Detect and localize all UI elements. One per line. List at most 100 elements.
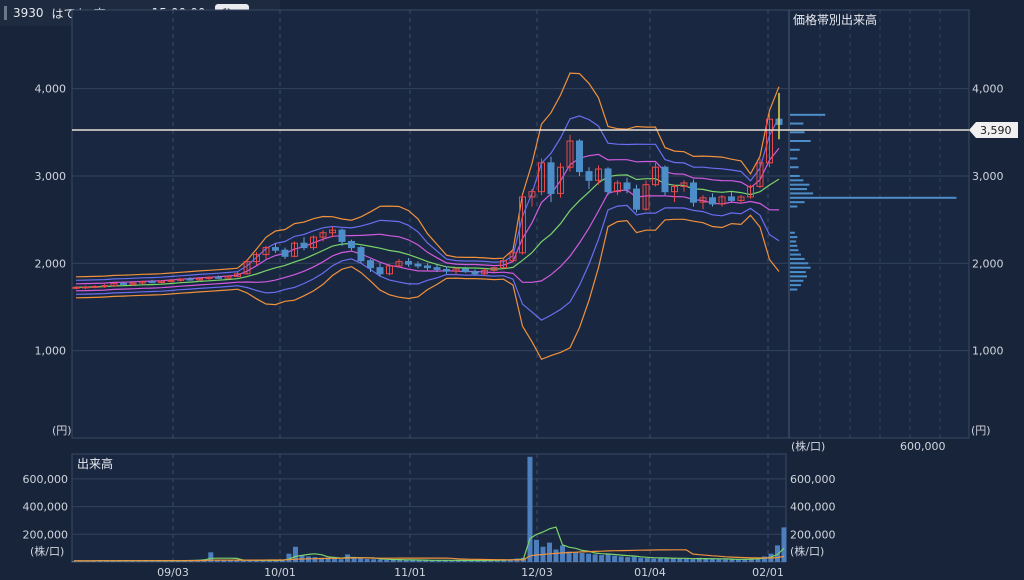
volume-bar: [573, 552, 579, 562]
candle-body: [101, 285, 108, 288]
volume-profile-bar: [790, 166, 799, 169]
volume-tick-right: 600,000: [790, 473, 836, 486]
candle-body: [405, 261, 412, 265]
volume-profile-bar: [790, 240, 797, 243]
volume-profile-bar: [790, 183, 810, 186]
volume-bar: [618, 556, 624, 562]
candle-body: [281, 249, 289, 257]
price-tick-left: 2,000: [35, 257, 67, 270]
candle-body: [623, 182, 631, 190]
volume-bar: [527, 456, 533, 562]
candle-body: [576, 140, 583, 173]
volume-bar: [709, 558, 715, 562]
price-tick-left: 3,000: [35, 170, 67, 183]
candle-body: [357, 247, 365, 262]
volume-profile-bar: [790, 140, 811, 143]
volume-profile-bar: [790, 174, 800, 177]
price-tick-right: 4,000: [972, 83, 1004, 96]
date-tick-label: 11/01: [394, 566, 426, 579]
volume-bar: [312, 557, 318, 562]
volume-bar: [670, 558, 676, 562]
volume-bar: [683, 558, 689, 562]
volume-bar: [599, 555, 605, 562]
candle-body: [376, 267, 384, 275]
candle-body: [300, 242, 308, 249]
volume-profile-bar: [790, 279, 804, 282]
volume-profile-bar: [790, 113, 826, 116]
volume-bar: [377, 559, 383, 562]
volume-bar: [651, 558, 657, 562]
profile-tick-600000: 600,000: [900, 440, 946, 453]
price-tick-right: 3,000: [972, 170, 1004, 183]
volume-profile-bar: [790, 131, 805, 134]
candle-body: [414, 263, 422, 267]
volume-profile-bar: [790, 236, 798, 239]
candle-body: [547, 162, 555, 194]
candle-body: [148, 281, 156, 284]
candle-body: [433, 267, 441, 270]
candle-body: [215, 276, 222, 279]
chart-canvas: 1,000 1,000 2,000 2,000 3,000 3,000 4,000 4,000…: [23, 9, 1018, 579]
candle-body: [272, 247, 279, 251]
price-tick-left: 1,000: [35, 345, 67, 358]
volume-profile-bar: [790, 275, 808, 278]
volume-profile-bar: [790, 249, 799, 252]
volume-bar: [390, 559, 396, 562]
volume-bar: [761, 556, 767, 562]
candle-body: [690, 182, 697, 203]
volume-tick-left: 600,000: [23, 473, 69, 486]
volume-unit-left: (株/口): [30, 544, 64, 558]
date-tick-label: 01/04: [634, 566, 666, 579]
volume-bar: [547, 542, 553, 562]
volume-profile-title: 価格帯別出来高: [793, 12, 877, 27]
volume-profile-bar: [790, 231, 795, 234]
volume-bar: [612, 555, 618, 562]
volume-profile-bar: [790, 157, 798, 160]
volume-profile-bar: [790, 262, 809, 265]
volume-bar: [644, 558, 650, 562]
volume-bar: [638, 557, 644, 562]
volume-profile-bar: [790, 284, 801, 287]
candle-body: [709, 197, 716, 205]
volume-bar: [247, 560, 253, 562]
price-tick-left: 4,000: [35, 83, 67, 96]
volume-bar: [586, 553, 592, 562]
date-tick-label: 02/01: [752, 566, 784, 579]
volume-profile-bar: [790, 205, 798, 208]
volume-bar: [664, 558, 670, 562]
candle-body: [82, 286, 89, 289]
candle-body: [585, 171, 593, 181]
candle-body: [338, 229, 346, 242]
volume-profile-bar: [790, 201, 805, 204]
volume-profile-bar: [790, 196, 957, 199]
volume-profile-bar: [790, 244, 798, 247]
volume-profile-bar: [790, 188, 808, 191]
volume-tick-left: 400,000: [23, 501, 69, 514]
volume-tick-right: 400,000: [790, 501, 836, 514]
volume-profile-bar: [790, 257, 805, 260]
candle-body: [443, 268, 450, 272]
last-price-label: 3,590: [980, 124, 1012, 137]
candle-body: [186, 278, 194, 281]
volume-unit-right: (株/口): [790, 544, 824, 558]
volume-panel-title: 出来高: [77, 456, 113, 471]
volume-bar: [358, 558, 364, 562]
price-tick-right: 1,000: [972, 345, 1004, 358]
candle-body: [728, 196, 735, 201]
chart-window: { "header": { "code": "3930", "name": "は…: [0, 0, 1024, 580]
volume-profile-bar: [790, 288, 798, 291]
volume-bar: [605, 553, 611, 562]
volume-bar: [240, 560, 246, 562]
volume-bar: [716, 559, 722, 562]
volume-profile-bar: [790, 148, 800, 151]
volume-profile-bar: [790, 122, 804, 125]
candle-body: [367, 260, 374, 269]
date-tick-label: 09/03: [157, 566, 189, 579]
volume-profile-bar: [790, 271, 806, 274]
volume-panel: [71, 453, 787, 563]
volume-bar: [690, 559, 696, 562]
candle-body: [661, 166, 669, 193]
candle-body: [91, 285, 99, 288]
volume-profile-bar: [790, 253, 801, 256]
candle-body: [424, 265, 431, 269]
